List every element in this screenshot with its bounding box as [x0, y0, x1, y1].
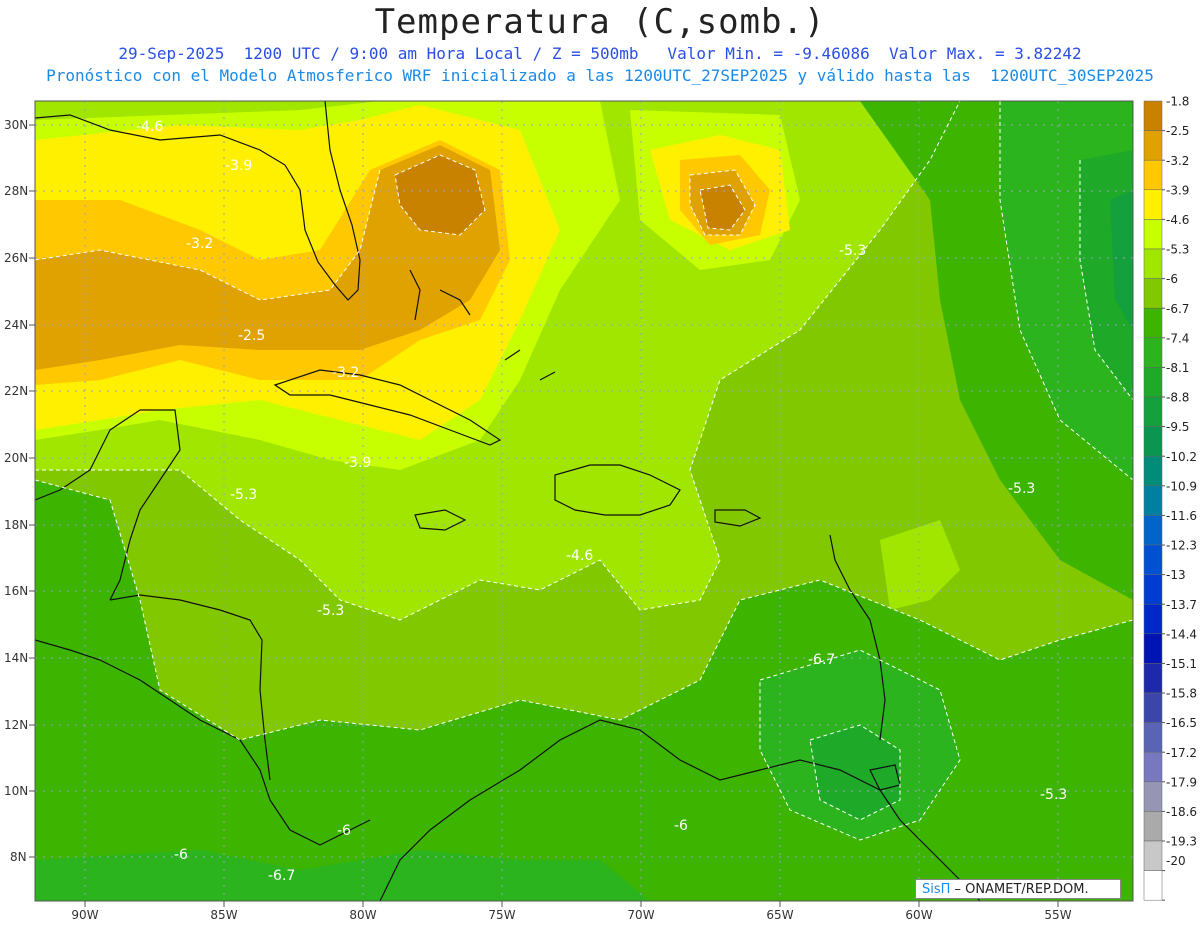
colorbar-swatch [1143, 455, 1163, 487]
colorbar-label: -6 [1166, 272, 1178, 286]
colorbar-label: -19.3 [1166, 835, 1197, 849]
colorbar-swatch [1143, 840, 1163, 871]
temperature-field [35, 101, 1133, 901]
colorbar-label: -3.2 [1166, 154, 1189, 168]
colorbar-label: -15.1 [1166, 657, 1197, 671]
colorbar-label: -20 [1166, 854, 1186, 868]
colorbar-label: -15.8 [1166, 687, 1197, 701]
lat-label: 20N [4, 451, 28, 465]
colorbar-swatch [1143, 781, 1163, 812]
colorbar-swatch [1143, 574, 1163, 605]
contour-label: -6 [174, 847, 188, 863]
colorbar-label: -12.3 [1166, 539, 1197, 553]
lon-label: 75W [488, 908, 515, 922]
colorbar-swatch [1143, 396, 1163, 427]
lat-label: 28N [4, 184, 28, 198]
lon-label: 60W [905, 908, 932, 922]
colorbar-label: -18.6 [1166, 805, 1197, 819]
colorbar-label: -7.4 [1166, 331, 1189, 345]
longitude-labels: 90W 85W 80W 75W 70W 65W 60W 55W [71, 901, 1072, 922]
contour-label: -5.3 [839, 243, 866, 259]
colorbar-label: -13.7 [1166, 598, 1197, 612]
lat-label: 18N [4, 518, 28, 532]
colorbar-swatch [1143, 189, 1163, 220]
colorbar-label: -2.5 [1166, 124, 1189, 138]
colorbar-swatch [1143, 426, 1163, 457]
contour-label: -3.9 [225, 158, 252, 174]
contour-label: -6.7 [808, 652, 835, 668]
lat-label: 30N [4, 118, 28, 132]
colorbar: -1.8 -2.5 -3.2 -3.9 -4.6 -5.3 -6 -6.7 -7.4 -8.1 -8… [1143, 95, 1197, 901]
latitude-labels: 30N 28N 26N 24N 22N 20N 18N 16N 14N 12N … [4, 118, 35, 864]
lat-label: 22N [4, 384, 28, 398]
contour-label: -3.2 [332, 365, 359, 381]
colorbar-swatch [1143, 337, 1163, 368]
lon-label: 85W [210, 908, 237, 922]
temperature-map: -4.6 -3.9 -3.2 -2.5 -3.2 -5.3 -3.9 -5.3 … [4, 95, 1197, 922]
colorbar-swatch [1143, 692, 1163, 723]
credit-box: SisΠ – ONAMET/REP.DOM. [915, 879, 1121, 899]
lat-label: 14N [4, 651, 28, 665]
colorbar-swatch [1143, 633, 1163, 664]
credit-text: – ONAMET/REP.DOM. [950, 882, 1089, 897]
contour-label: -5.3 [317, 603, 344, 619]
contour-label: -6 [674, 818, 688, 834]
contour-label: -3.9 [344, 455, 371, 471]
colorbar-swatch [1143, 870, 1163, 901]
colorbar-label: -9.5 [1166, 420, 1189, 434]
colorbar-label: -8.1 [1166, 361, 1189, 375]
colorbar-label: -4.6 [1166, 213, 1189, 227]
contour-label: -3.2 [186, 236, 213, 252]
colorbar-swatch [1143, 367, 1163, 398]
contour-label: -4.6 [136, 119, 163, 135]
colorbar-label: -13 [1166, 568, 1186, 582]
colorbar-label: -17.2 [1166, 746, 1197, 760]
colorbar-label: -8.8 [1166, 391, 1189, 405]
lon-label: 90W [71, 908, 98, 922]
lon-label: 80W [349, 908, 376, 922]
contour-label: -6.7 [268, 868, 295, 884]
colorbar-label: -1.8 [1166, 95, 1189, 109]
contour-label: -4.6 [566, 548, 593, 564]
colorbar-label: -3.9 [1166, 183, 1189, 197]
lon-label: 55W [1044, 908, 1071, 922]
colorbar-swatch [1143, 515, 1163, 546]
colorbar-label: -10.2 [1166, 450, 1197, 464]
colorbar-label: -16.5 [1166, 716, 1197, 730]
lat-label: 12N [4, 718, 28, 732]
colorbar-swatch [1143, 722, 1163, 753]
colorbar-swatch [1143, 307, 1163, 339]
colorbar-swatch [1143, 544, 1163, 575]
colorbar-swatch [1143, 485, 1163, 516]
colorbar-swatch [1143, 159, 1163, 191]
contour-label: -5.3 [1008, 481, 1035, 497]
lat-label: 10N [4, 784, 28, 798]
lon-label: 65W [766, 908, 793, 922]
colorbar-swatch [1143, 219, 1163, 250]
colorbar-label: -17.9 [1166, 775, 1197, 789]
colorbar-swatch [1143, 603, 1163, 635]
colorbar-swatch [1143, 811, 1163, 842]
colorbar-swatch [1143, 130, 1163, 161]
colorbar-label: -14.4 [1166, 627, 1197, 641]
contour-label: -5.3 [230, 487, 257, 503]
colorbar-swatch [1143, 751, 1163, 783]
lat-label: 16N [4, 584, 28, 598]
colorbar-label: -10.9 [1166, 479, 1197, 493]
colorbar-swatch [1143, 278, 1163, 309]
contour-label: -5.3 [1040, 787, 1067, 803]
credit-brand: SisΠ [922, 882, 951, 897]
colorbar-swatch [1143, 100, 1163, 131]
colorbar-label: -11.6 [1166, 509, 1197, 523]
lat-label: 24N [4, 318, 28, 332]
colorbar-label: -5.3 [1166, 243, 1189, 257]
lat-label: 8N [10, 850, 27, 864]
contour-label: -2.5 [238, 328, 265, 344]
lat-label: 26N [4, 251, 28, 265]
colorbar-label: -6.7 [1166, 302, 1189, 316]
colorbar-swatch [1143, 663, 1163, 694]
contour-label: -6 [337, 823, 351, 839]
lon-label: 70W [627, 908, 654, 922]
colorbar-swatch [1143, 248, 1163, 279]
